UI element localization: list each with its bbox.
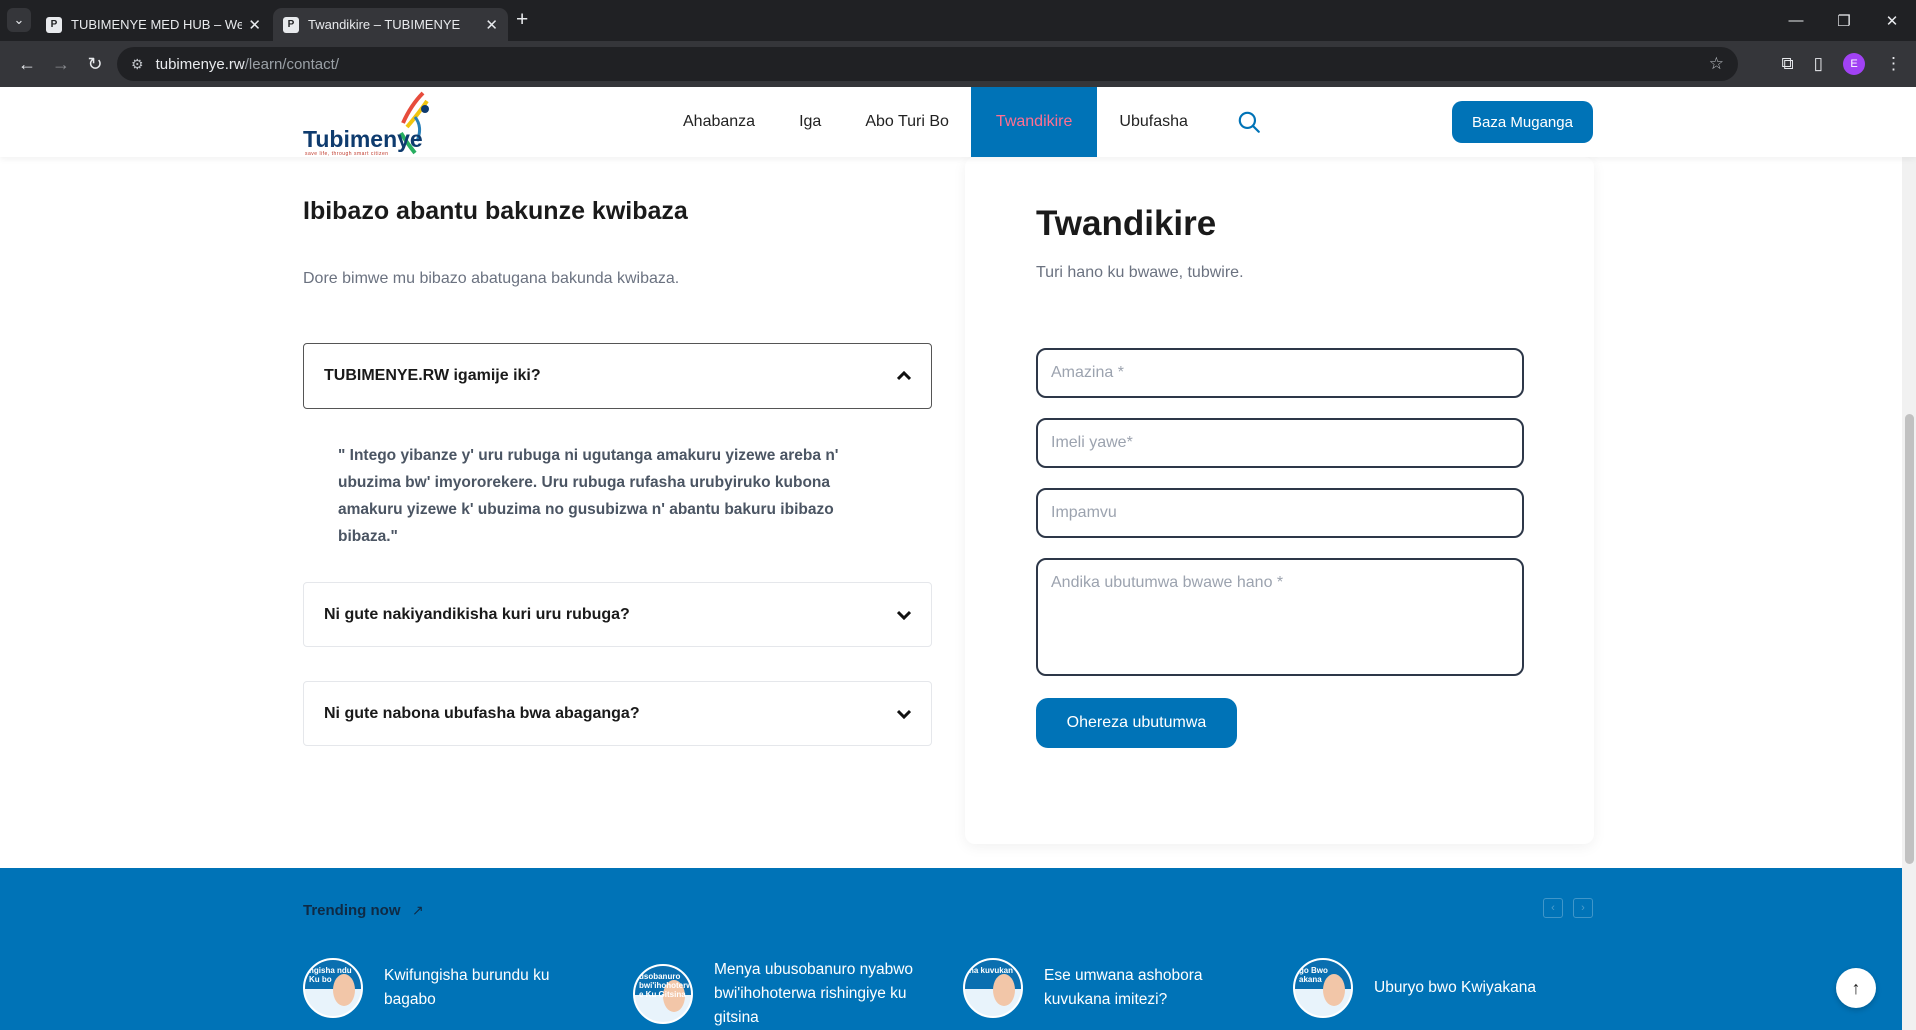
reload-icon: ↻ [87, 53, 103, 74]
trending-item-1[interactable]: ngisha ndu Ku bo Kwifungisha burundu ku … [303, 958, 604, 1018]
trending-thumbnail: ngisha ndu Ku bo [303, 958, 363, 1018]
nav-item-iga[interactable]: Iga [777, 87, 843, 157]
page-viewport: Tubimenye save life, through smart citiz… [0, 87, 1916, 1030]
close-window-icon[interactable]: ✕ [1868, 0, 1916, 41]
menu-kebab-icon[interactable]: ⋮ [1885, 54, 1902, 74]
email-field[interactable] [1036, 418, 1524, 468]
carousel-next-button[interactable]: › [1573, 898, 1593, 918]
chevron-down-icon: ⌄ [13, 12, 25, 27]
main-nav: Ahabanza Iga Abo Turi Bo Twandikire Ubuf… [661, 87, 1210, 157]
page-scrollbar[interactable] [1902, 87, 1916, 1030]
trending-thumbnail: na kuvukan [963, 958, 1023, 1018]
forward-button[interactable]: → [44, 47, 78, 81]
reload-button[interactable]: ↻ [78, 47, 112, 81]
contact-subtitle: Turi hano ku bwawe, tubwire. [1036, 264, 1244, 281]
message-field[interactable] [1036, 558, 1524, 676]
site-favicon-icon: P [283, 16, 299, 33]
trending-arrow-icon: ↗ [412, 902, 424, 918]
site-info-icon[interactable]: ⚙ [131, 56, 144, 73]
trending-item-3[interactable]: na kuvukan Ese umwana ashobora kuvukana … [963, 958, 1234, 1018]
close-tab-icon[interactable]: ✕ [485, 16, 498, 34]
arrow-left-icon: ← [18, 53, 36, 74]
logo-wordmark: Tubimenye [303, 126, 423, 152]
faq-item-3[interactable]: Ni gute nabona ubufasha bwa abaganga? [303, 681, 932, 746]
browser-tab-1[interactable]: P TUBIMENYE MED HUB – We Ed ✕ [36, 8, 271, 41]
trending-item-title: Ese umwana ashobora kuvukana imitezi? [1044, 967, 1203, 1008]
window-controls: — ❐ ✕ [1772, 0, 1916, 41]
browser-tab-strip: ⌄ P TUBIMENYE MED HUB – We Ed ✕ P Twandi… [0, 0, 1916, 41]
side-panel-icon[interactable]: ▯ [1814, 54, 1823, 74]
faq-item-2[interactable]: Ni gute nakiyandikisha kuri uru rubuga? [303, 582, 932, 647]
faq-question: TUBIMENYE.RW igamije iki? [324, 367, 541, 384]
profile-avatar[interactable]: E [1843, 53, 1865, 75]
nav-item-ahabanza[interactable]: Ahabanza [661, 87, 777, 157]
browser-toolbar: ← → ↻ ⚙ tubimenye.rw/learn/contact/ ☆ ⧉ … [0, 41, 1916, 87]
tab-title: Twandikire – TUBIMENYE [308, 17, 461, 32]
arrow-up-icon: ↑ [1851, 977, 1861, 998]
name-field[interactable] [1036, 348, 1524, 398]
new-tab-button[interactable]: + [516, 8, 528, 32]
faq-question: Ni gute nakiyandikisha kuri uru rubuga? [324, 605, 630, 623]
tab-title: TUBIMENYE MED HUB – We Ed [71, 17, 243, 32]
ask-doctor-button[interactable]: Baza Muganga [1452, 101, 1593, 143]
bookmark-star-icon[interactable]: ☆ [1709, 54, 1724, 74]
url-host: tubimenye.rw [155, 55, 245, 73]
trending-item-title: Kwifungisha burundu ku bagabo [384, 967, 550, 1008]
scroll-to-top-button[interactable]: ↑ [1836, 968, 1876, 1008]
arrow-right-icon: → [52, 53, 70, 74]
faq-subheading: Dore bimwe mu bibazo abatugana bakunda k… [303, 270, 680, 287]
trending-item-2[interactable]: usobanuro bwi'ihohoterwa e Ku Gitsina Me… [633, 958, 924, 1030]
toolbar-actions: ⧉ ▯ E ⋮ [1782, 53, 1902, 75]
close-tab-icon[interactable]: ✕ [248, 16, 261, 34]
search-icon[interactable] [1236, 109, 1262, 135]
tab-search-button[interactable]: ⌄ [7, 8, 31, 32]
chevron-up-icon [896, 368, 912, 384]
restore-icon[interactable]: ❐ [1820, 0, 1868, 41]
logo-tagline: save life, through smart citizen [305, 151, 389, 157]
trending-title: Trending now [303, 902, 401, 919]
send-message-button[interactable]: Ohereza ubutumwa [1036, 698, 1237, 748]
scrollbar-thumb[interactable] [1905, 414, 1914, 864]
chevron-down-icon [896, 706, 912, 722]
browser-tab-2[interactable]: P Twandikire – TUBIMENYE ✕ [273, 8, 508, 41]
site-favicon-icon: P [46, 16, 62, 33]
address-bar[interactable]: ⚙ tubimenye.rw/learn/contact/ ☆ [117, 47, 1738, 81]
minimize-icon[interactable]: — [1772, 0, 1820, 41]
extensions-icon[interactable]: ⧉ [1782, 54, 1794, 74]
chevron-down-icon [896, 607, 912, 623]
faq-item-1[interactable]: TUBIMENYE.RW igamije iki? [303, 343, 932, 409]
contact-title: Twandikire [1036, 204, 1217, 243]
subject-field[interactable] [1036, 488, 1524, 538]
trending-item-title: Uburyo bwo Kwiyakana [1374, 979, 1536, 996]
faq-question: Ni gute nabona ubufasha bwa abaganga? [324, 704, 640, 722]
url-path: /learn/contact/ [244, 55, 339, 73]
nav-item-abo-turi-bo[interactable]: Abo Turi Bo [843, 87, 971, 157]
trending-section: Trending now ↗ ‹ › ngisha ndu Ku bo Kwif… [0, 868, 1902, 1030]
faq-answer: " Intego yibanze y' uru rubuga ni ugutan… [338, 447, 839, 545]
trending-thumbnail: go Bwo akana [1293, 958, 1353, 1018]
trending-item-4[interactable]: go Bwo akana Uburyo bwo Kwiyakana [1293, 958, 1574, 1018]
carousel-prev-button[interactable]: ‹ [1543, 898, 1563, 918]
faq-heading: Ibibazo abantu bakunze kwibaza [303, 197, 688, 225]
trending-thumbnail: usobanuro bwi'ihohoterwa e Ku Gitsina [633, 964, 693, 1024]
site-header: Tubimenye save life, through smart citiz… [0, 87, 1916, 157]
trending-item-title: Menya ubusobanuro nyabwo bwi'ihohoterwa … [714, 961, 914, 1026]
nav-item-ubufasha[interactable]: Ubufasha [1097, 87, 1210, 157]
back-button[interactable]: ← [10, 47, 44, 81]
nav-item-twandikire[interactable]: Twandikire [970, 87, 1098, 157]
